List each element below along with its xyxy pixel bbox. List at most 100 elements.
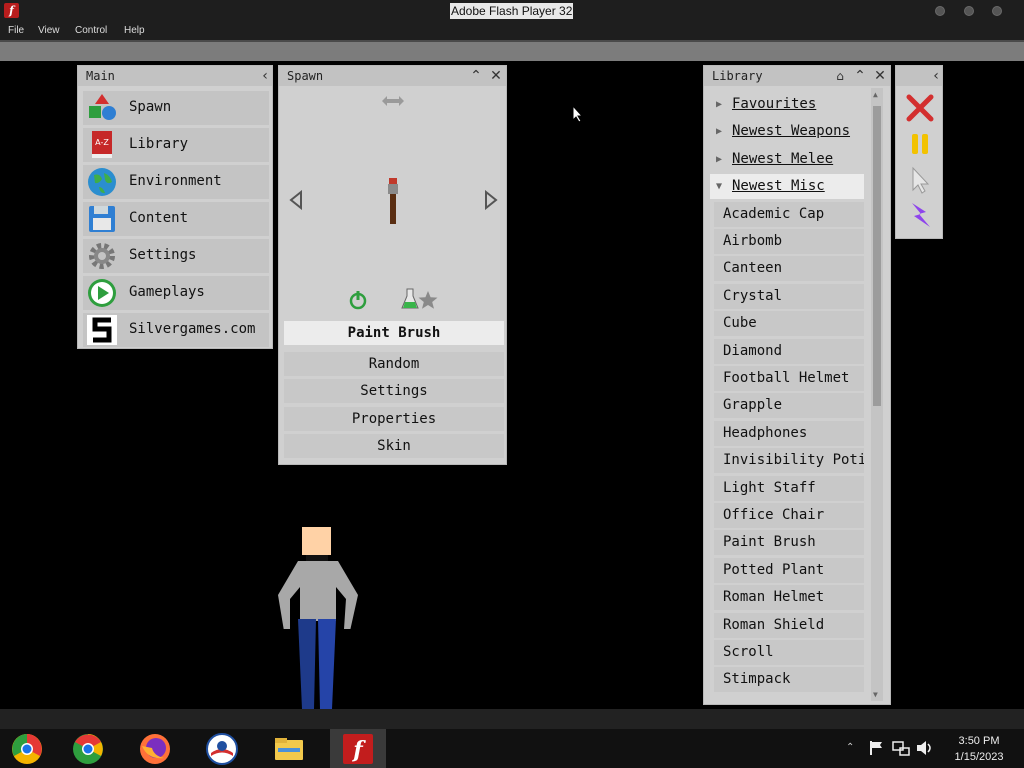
skin-button[interactable]: Skin [284, 434, 504, 458]
library-item[interactable]: Airbomb [714, 229, 864, 254]
library-item[interactable]: Light Staff [714, 476, 864, 501]
main-item-label: Gameplays [129, 284, 205, 300]
menu-view[interactable]: View [38, 25, 60, 36]
collapse-up-icon[interactable]: ⌃ [467, 67, 485, 85]
action-center-flag-icon[interactable] [868, 740, 884, 756]
library-item-label: Roman Helmet [723, 589, 825, 605]
library-category[interactable]: ▶ Favourites [710, 92, 864, 117]
main-item-settings[interactable]: Settings [83, 239, 269, 273]
main-item-environment[interactable]: Environment [83, 165, 269, 199]
main-item-content[interactable]: Content [83, 202, 269, 236]
main-item-spawn[interactable]: Spawn [83, 91, 269, 125]
game-stage[interactable]: Main ‹ Spawn A-Z Library Environment Con… [0, 61, 1024, 709]
library-item[interactable]: Scroll [714, 640, 864, 665]
library-item-label: Football Helmet [723, 370, 850, 386]
main-item-label: Environment [129, 173, 222, 189]
close-icon[interactable]: ✕ [487, 67, 505, 85]
library-category-label: Newest Melee [732, 151, 834, 167]
library-item[interactable]: Headphones [714, 421, 864, 446]
collapse-up-icon[interactable]: ⌃ [851, 67, 869, 85]
properties-button[interactable]: Properties [284, 407, 504, 431]
library-item-label: Cube [723, 315, 757, 331]
gear-icon [89, 243, 115, 269]
menu-control[interactable]: Control [75, 25, 107, 36]
tools-panel-header: ‹ [896, 66, 942, 86]
favourite-star-icon[interactable] [418, 290, 438, 310]
library-item[interactable]: Canteen [714, 256, 864, 281]
minimize-button[interactable] [935, 6, 945, 16]
volume-icon[interactable] [916, 740, 934, 756]
refresh-toggle-icon[interactable] [348, 290, 368, 310]
library-item-label: Diamond [723, 343, 783, 359]
library-category[interactable]: ▶ Newest Weapons [710, 119, 864, 144]
flask-icon[interactable] [401, 288, 419, 310]
library-item[interactable]: Academic Cap [714, 202, 864, 227]
cursor-tool-icon[interactable] [904, 164, 936, 196]
system-clock[interactable]: 3:50 PM 1/15/2023 [944, 733, 1014, 765]
clock-time: 3:50 PM [958, 735, 1000, 747]
settings-button[interactable]: Settings [284, 379, 504, 403]
library-item-label: Office Chair [723, 507, 825, 523]
obama-logo-icon[interactable] [205, 732, 239, 766]
library-item[interactable]: Roman Helmet [714, 585, 864, 610]
library-category-label: Favourites [732, 96, 817, 112]
chrome-canary-icon[interactable] [10, 732, 44, 766]
collapse-left-icon[interactable]: ‹ [927, 67, 945, 85]
collapse-left-icon[interactable]: ‹ [256, 67, 274, 85]
top-toolstrip [0, 40, 1024, 61]
library-scrollbar[interactable]: ▲ ▼ [871, 88, 883, 701]
scroll-down-icon[interactable]: ▼ [873, 690, 878, 699]
library-book-icon: A-Z [92, 131, 112, 158]
random-button[interactable]: Random [284, 352, 504, 376]
main-item-label: Library [129, 136, 189, 152]
file-explorer-icon[interactable] [272, 732, 306, 766]
pause-icon[interactable] [904, 128, 936, 160]
main-item-library[interactable]: A-Z Library [83, 128, 269, 162]
menu-help[interactable]: Help [124, 25, 145, 36]
delete-tool-icon[interactable] [904, 92, 936, 124]
lightning-tool-icon[interactable] [904, 200, 936, 232]
firefox-icon[interactable] [138, 732, 172, 766]
library-item[interactable]: Crystal [714, 284, 864, 309]
library-category[interactable]: ▼ Newest Misc [710, 174, 864, 199]
library-item[interactable]: Paint Brush [714, 530, 864, 555]
library-item[interactable]: Football Helmet [714, 366, 864, 391]
flip-arrows-icon[interactable] [381, 94, 405, 108]
tray-overflow-icon[interactable]: ⌃ [846, 742, 854, 753]
library-item[interactable]: Office Chair [714, 503, 864, 528]
main-item-gameplays[interactable]: Gameplays [83, 276, 269, 310]
library-item-label: Headphones [723, 425, 808, 441]
library-item[interactable]: Invisibility Potion [714, 448, 864, 473]
spawn-panel-header: Spawn ⌃ ✕ [279, 66, 506, 86]
library-item-label: Light Staff [723, 480, 816, 496]
network-icon[interactable] [892, 740, 910, 756]
library-item[interactable]: Potted Plant [714, 558, 864, 583]
main-item-silvergames[interactable]: Silvergames.com [83, 313, 269, 347]
next-item-arrow-icon[interactable] [483, 190, 499, 210]
menu-file[interactable]: File [8, 25, 24, 36]
chrome-icon[interactable] [71, 732, 105, 766]
library-category[interactable]: ▶ Newest Melee [710, 147, 864, 172]
tools-panel: ‹ [895, 65, 943, 239]
maximize-button[interactable] [964, 6, 974, 16]
main-item-label: Spawn [129, 99, 172, 115]
close-icon[interactable]: ✕ [871, 67, 889, 85]
library-item[interactable]: Stimpack [714, 667, 864, 692]
library-item[interactable]: Grapple [714, 393, 864, 418]
scrollbar-thumb[interactable] [873, 106, 881, 406]
flash-player-icon: f [343, 734, 373, 764]
library-item[interactable]: Roman Shield [714, 613, 864, 638]
close-window-button[interactable] [992, 6, 1002, 16]
prev-item-arrow-icon[interactable] [288, 190, 304, 210]
spawn-shapes-icon [89, 94, 116, 120]
scroll-up-icon[interactable]: ▲ [873, 90, 878, 99]
library-item-label: Crystal [723, 288, 783, 304]
library-item-label: Potted Plant [723, 562, 825, 578]
library-item[interactable]: Diamond [714, 339, 864, 364]
ragdoll-character[interactable] [276, 527, 360, 709]
flash-player-task-button[interactable]: f [330, 729, 386, 768]
library-item[interactable]: Cube [714, 311, 864, 336]
library-item-label: Canteen [723, 260, 783, 276]
home-icon[interactable]: ⌂ [831, 67, 849, 85]
character-head [302, 527, 331, 555]
